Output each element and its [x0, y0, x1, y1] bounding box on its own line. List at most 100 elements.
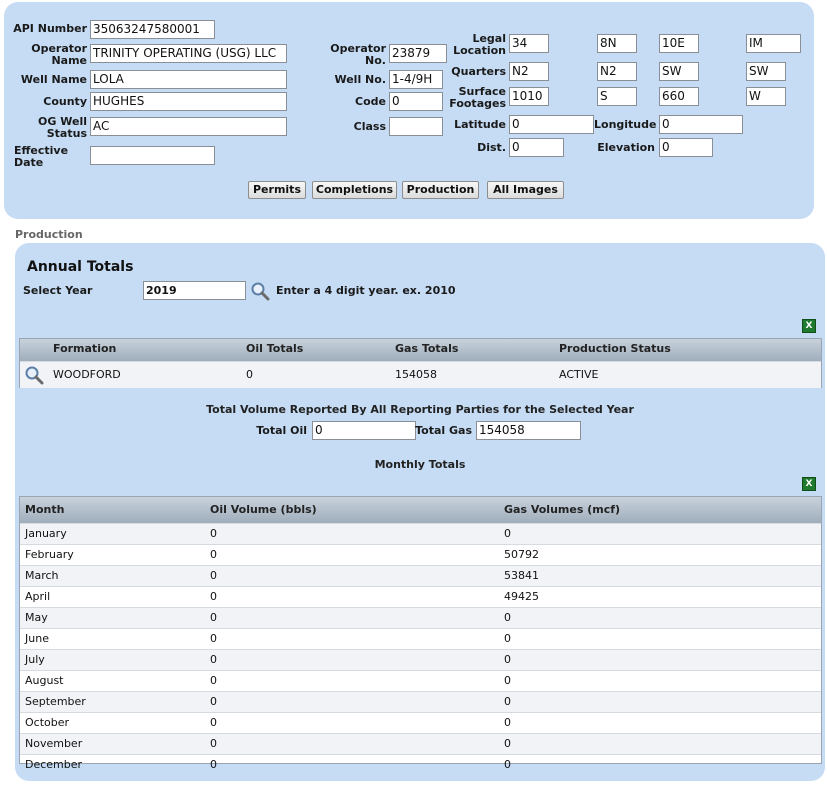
- magnifier-icon: [25, 366, 44, 385]
- gas-totals-cell: 154058: [395, 368, 437, 381]
- gas-volume-cell: 0: [504, 527, 511, 540]
- quarters-field-2[interactable]: N2: [597, 62, 637, 81]
- formation-grid-header: Formation Oil Totals Gas Totals Producti…: [20, 339, 821, 361]
- surface-footages-field-1[interactable]: 1010: [509, 87, 549, 106]
- quarters-field-1[interactable]: N2: [509, 62, 549, 81]
- elevation-field[interactable]: 0: [659, 138, 713, 157]
- oil-volume-cell: 0: [210, 611, 217, 624]
- monthly-totals-title: Monthly Totals: [374, 458, 466, 471]
- total-oil-field[interactable]: 0: [312, 421, 416, 440]
- total-gas-field[interactable]: 154058: [476, 421, 581, 440]
- production-section-label: Production: [15, 228, 83, 241]
- legal-location-label: Legal Location: [453, 32, 506, 57]
- table-row[interactable]: January 0 0: [20, 523, 821, 544]
- completions-button[interactable]: Completions: [312, 181, 397, 199]
- excel-export-icon[interactable]: X: [802, 319, 816, 333]
- legal-location-township-field[interactable]: 8N: [597, 34, 637, 53]
- well-no-field[interactable]: 1-4/9H: [389, 70, 443, 89]
- col-formation[interactable]: Formation: [53, 339, 116, 359]
- og-well-status-label: OG Well Status: [38, 115, 87, 140]
- year-input[interactable]: 2019: [143, 281, 246, 300]
- api-number-field[interactable]: 35063247580001: [90, 20, 215, 39]
- col-oil-volume[interactable]: Oil Volume (bbls): [210, 497, 317, 523]
- quarters-field-3[interactable]: SW: [659, 62, 699, 81]
- oil-volume-cell: 0: [210, 737, 217, 750]
- quarters-field-4[interactable]: SW: [746, 62, 786, 81]
- col-production-status[interactable]: Production Status: [559, 339, 671, 359]
- class-field[interactable]: [389, 117, 443, 136]
- gas-volume-cell: 0: [504, 758, 511, 771]
- col-oil-totals[interactable]: Oil Totals: [246, 339, 303, 359]
- month-cell: May: [25, 611, 48, 624]
- month-cell: July: [25, 653, 45, 666]
- table-row[interactable]: June 0 0: [20, 628, 821, 649]
- month-cell: October: [25, 716, 70, 729]
- table-row[interactable]: WOODFORD 0 154058 ACTIVE: [20, 361, 821, 388]
- surface-footages-label: Surface Footages: [449, 85, 506, 110]
- excel-export-icon[interactable]: X: [802, 477, 816, 491]
- year-search-button[interactable]: [250, 281, 270, 301]
- effective-date-field[interactable]: [90, 146, 215, 165]
- county-field[interactable]: HUGHES: [90, 92, 287, 111]
- formation-detail-button[interactable]: [24, 365, 44, 392]
- table-row[interactable]: March 0 53841: [20, 565, 821, 586]
- oil-volume-cell: 0: [210, 653, 217, 666]
- month-cell: December: [25, 758, 83, 771]
- dist-label: Dist.: [477, 141, 506, 154]
- production-status-cell: ACTIVE: [559, 368, 599, 381]
- legal-location-range-field[interactable]: 10E: [659, 34, 699, 53]
- monthly-grid-body: January 0 0 February 0 50792 March 0 53841 April 0…: [20, 523, 821, 775]
- legal-location-meridian-field[interactable]: IM: [746, 34, 801, 53]
- oil-volume-cell: 0: [210, 590, 217, 603]
- code-field[interactable]: 0: [389, 92, 443, 111]
- gas-volume-cell: 0: [504, 674, 511, 687]
- well-name-label: Well Name: [20, 73, 87, 86]
- table-row[interactable]: April 0 49425: [20, 586, 821, 607]
- surface-footages-field-4[interactable]: W: [746, 87, 786, 106]
- longitude-label: Longitude: [594, 118, 657, 131]
- table-row[interactable]: December 0 0: [20, 754, 821, 775]
- og-well-status-field[interactable]: AC: [90, 117, 287, 136]
- effective-date-label: Effective Date: [14, 144, 69, 169]
- table-row[interactable]: May 0 0: [20, 607, 821, 628]
- oil-volume-cell: 0: [210, 674, 217, 687]
- quarters-label: Quarters: [451, 65, 506, 78]
- operator-name-field[interactable]: TRINITY OPERATING (USG) LLC: [90, 44, 287, 63]
- oil-volume-cell: 0: [210, 716, 217, 729]
- dist-field[interactable]: 0: [509, 138, 564, 157]
- gas-volume-cell: 49425: [504, 590, 539, 603]
- col-month[interactable]: Month: [25, 497, 64, 523]
- surface-footages-field-2[interactable]: S: [597, 87, 637, 106]
- legal-location-section-field[interactable]: 34: [509, 34, 549, 53]
- col-gas-volumes[interactable]: Gas Volumes (mcf): [504, 497, 620, 523]
- gas-volume-cell: 50792: [504, 548, 539, 561]
- table-row[interactable]: August 0 0: [20, 670, 821, 691]
- table-row[interactable]: September 0 0: [20, 691, 821, 712]
- month-cell: January: [25, 527, 67, 540]
- all-images-button[interactable]: All Images: [487, 181, 564, 199]
- operator-no-label: Operator No.: [330, 42, 386, 67]
- col-gas-totals[interactable]: Gas Totals: [395, 339, 458, 359]
- gas-volume-cell: 0: [504, 737, 511, 750]
- formation-grid: Formation Oil Totals Gas Totals Producti…: [19, 338, 822, 388]
- table-row[interactable]: February 0 50792: [20, 544, 821, 565]
- permits-button[interactable]: Permits: [248, 181, 306, 199]
- latitude-field[interactable]: 0: [509, 115, 594, 134]
- magnifier-icon: [251, 282, 270, 301]
- well-name-field[interactable]: LOLA: [90, 70, 287, 89]
- monthly-grid: Month Oil Volume (bbls) Gas Volumes (mcf…: [19, 496, 822, 771]
- longitude-field[interactable]: 0: [659, 115, 743, 134]
- production-button[interactable]: Production: [402, 181, 479, 199]
- surface-footages-field-3[interactable]: 660: [659, 87, 699, 106]
- table-row[interactable]: October 0 0: [20, 712, 821, 733]
- table-row[interactable]: July 0 0: [20, 649, 821, 670]
- table-row[interactable]: November 0 0: [20, 733, 821, 754]
- latitude-label: Latitude: [454, 118, 506, 131]
- oil-volume-cell: 0: [210, 695, 217, 708]
- gas-volume-cell: 0: [504, 611, 511, 624]
- operator-no-field[interactable]: 23879: [389, 44, 447, 63]
- api-number-label: API Number: [13, 22, 87, 35]
- well-no-label: Well No.: [334, 73, 386, 86]
- annual-totals-title: Annual Totals: [27, 259, 134, 275]
- class-label: Class: [353, 120, 386, 133]
